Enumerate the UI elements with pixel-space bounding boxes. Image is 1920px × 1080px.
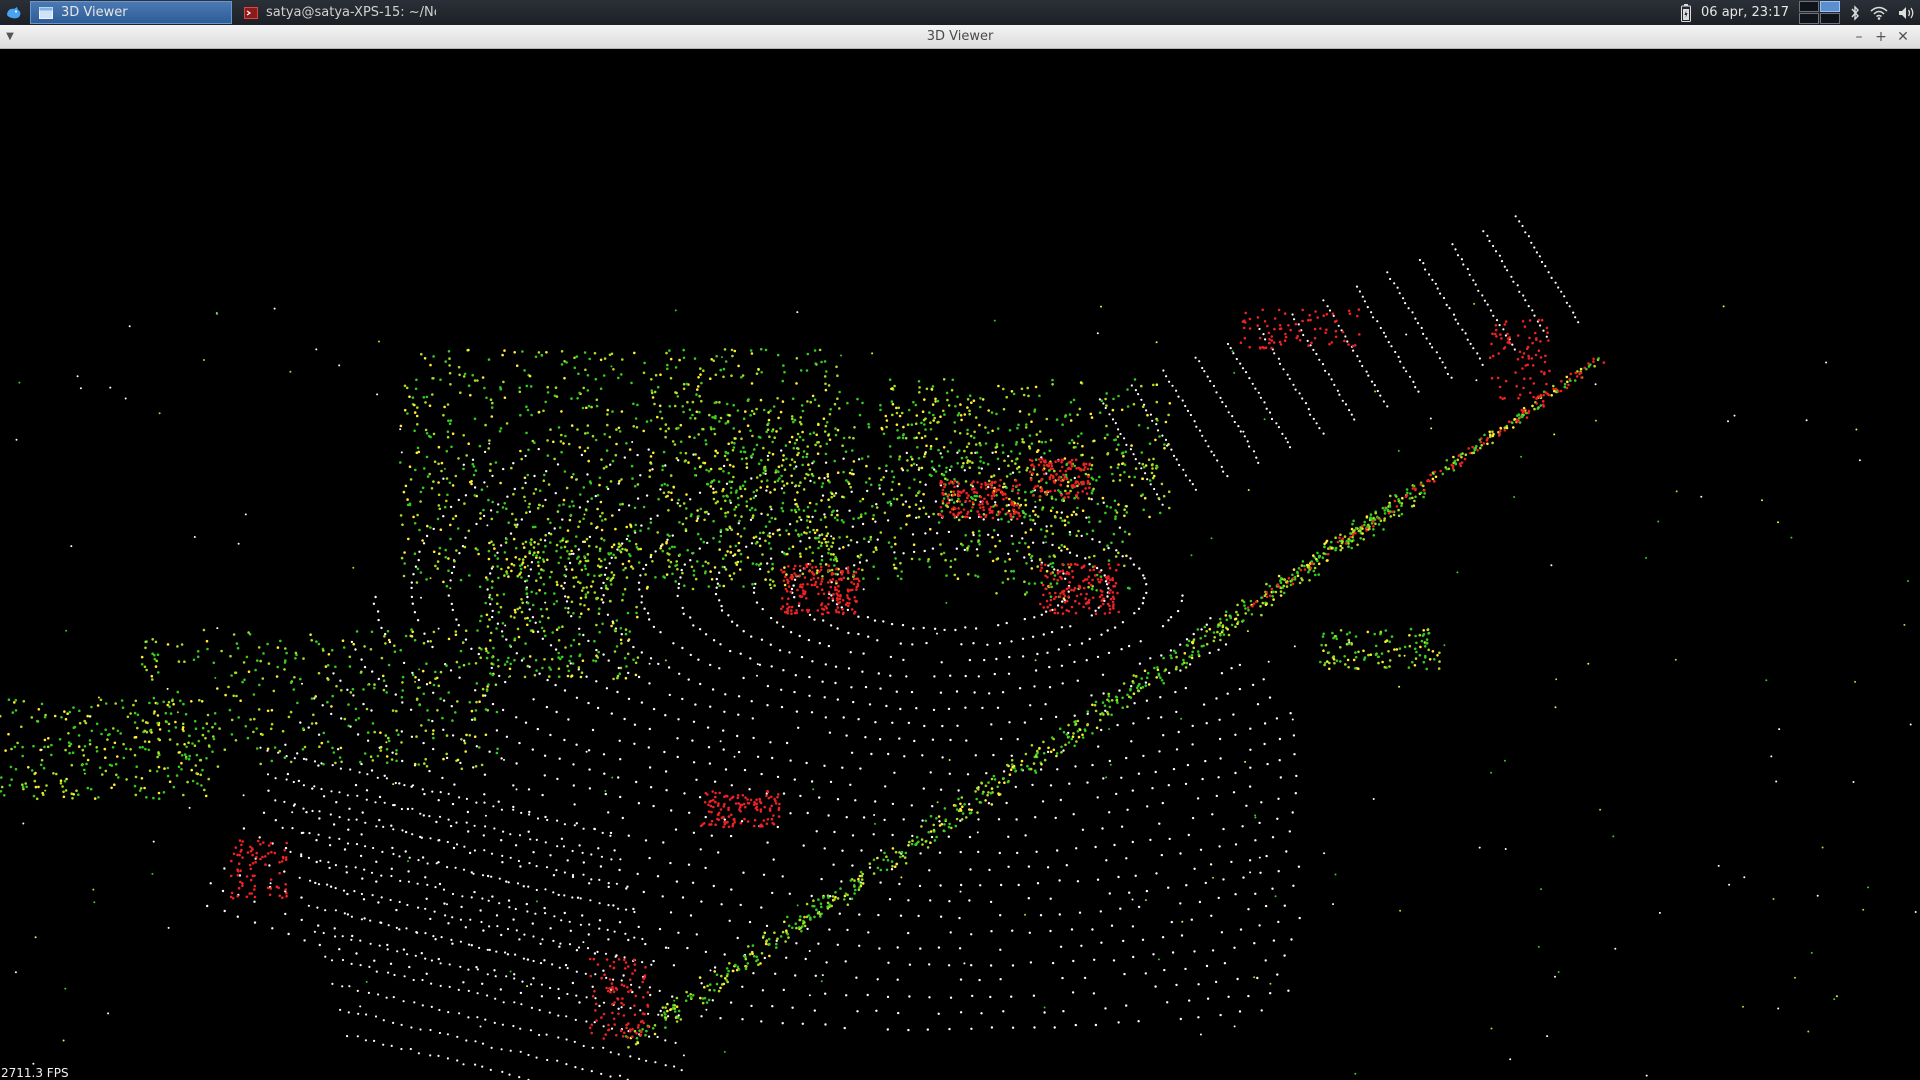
xfce-mouse-icon	[7, 6, 21, 18]
taskbar-item-3d-viewer[interactable]: 3D Viewer	[30, 1, 232, 24]
bluetooth-icon[interactable]	[1850, 4, 1860, 21]
window-menu-button[interactable]: ▼	[0, 25, 20, 49]
app-menu-button[interactable]	[0, 0, 28, 25]
clock[interactable]: 06 apr, 23:17	[1701, 5, 1789, 20]
fps-counter: 2711.3 FPS	[1, 1066, 69, 1080]
volume-icon[interactable]	[1898, 6, 1916, 20]
minimize-icon: –	[1855, 28, 1863, 45]
system-tray: 06 apr, 23:17	[1671, 0, 1920, 25]
chevron-down-icon: ▼	[6, 31, 14, 42]
window-titlebar[interactable]: ▼ 3D Viewer – + ✕	[0, 25, 1920, 49]
minimize-button[interactable]: –	[1848, 25, 1870, 49]
workspace-3[interactable]	[1799, 13, 1819, 24]
window-title: 3D Viewer	[926, 29, 994, 44]
wifi-icon[interactable]	[1870, 6, 1888, 20]
workspace-2[interactable]	[1820, 1, 1840, 12]
workspace-4[interactable]	[1820, 13, 1840, 24]
terminal-icon	[244, 6, 258, 19]
close-icon: ✕	[1897, 28, 1909, 45]
maximize-icon: +	[1875, 28, 1887, 45]
window-controls: – + ✕	[1848, 25, 1920, 49]
3d-viewport[interactable]: 2711.3 FPS	[0, 49, 1920, 1080]
point-cloud[interactable]	[0, 49, 1920, 1080]
window-icon	[39, 6, 53, 19]
taskbar-item-label: 3D Viewer	[61, 5, 128, 20]
battery-icon[interactable]	[1681, 3, 1692, 22]
workspace-switcher	[1799, 1, 1840, 24]
taskbar-item-label: satya@satya-XPS-15: ~/Nerd...	[266, 5, 436, 20]
maximize-button[interactable]: +	[1870, 25, 1892, 49]
workspace-1[interactable]	[1799, 1, 1819, 12]
close-button[interactable]: ✕	[1892, 25, 1914, 49]
taskbar-item-terminal[interactable]: satya@satya-XPS-15: ~/Nerd...	[236, 1, 436, 24]
top-panel: 3D Viewer satya@satya-XPS-15: ~/Nerd... …	[0, 0, 1920, 25]
